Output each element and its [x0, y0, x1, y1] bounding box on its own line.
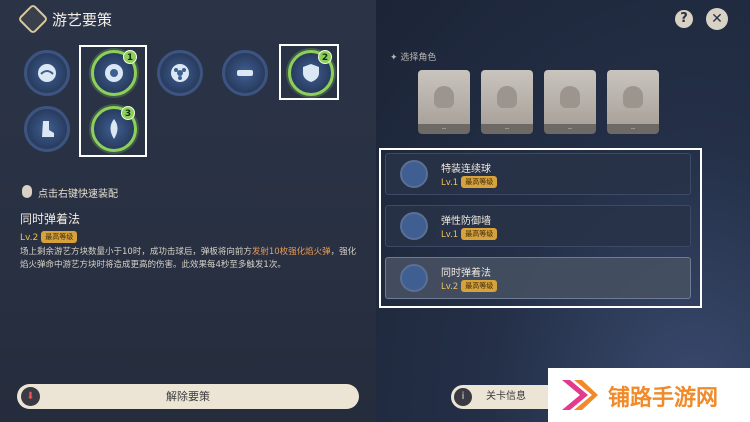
flower-icon — [171, 64, 189, 82]
max-level-badge: 最高等级 — [461, 228, 498, 240]
shield-icon — [400, 212, 428, 240]
character-silhouette-icon — [623, 86, 643, 108]
remove-strategy-label: 解除要策 — [166, 390, 210, 403]
remove-icon: ⬇ — [21, 387, 40, 406]
remove-strategy-button[interactable]: ⬇ 解除要策 — [17, 384, 359, 409]
stage-info-label: 关卡信息 — [486, 391, 526, 402]
equipped-strategy-item[interactable]: 特装连续球 Lv.1 最高等级 — [385, 153, 691, 195]
wave-icon — [38, 64, 56, 82]
equipped-strategy-item[interactable]: 弹性防御墙 Lv.1 最高等级 — [385, 205, 691, 247]
skill-level: Lv.2 最高等级 — [20, 231, 78, 243]
role-card-label: -- — [567, 125, 573, 132]
cube-icon — [17, 3, 49, 35]
feather-icon — [400, 264, 428, 292]
skill-level-text: Lv.2 — [20, 233, 39, 243]
boot-icon — [42, 121, 54, 137]
equipped-strategy-level: Lv.1 最高等级 — [441, 228, 498, 240]
watermark-logo-icon — [562, 380, 598, 410]
strategy-slot-wave[interactable] — [24, 50, 70, 96]
select-role-label: ✦ 选择角色 — [390, 53, 437, 63]
role-card-label: -- — [630, 125, 636, 132]
role-card-label: -- — [441, 125, 447, 132]
skill-name: 同时弹着法 — [20, 212, 81, 226]
character-silhouette-icon — [560, 86, 580, 108]
quick-equip-hint: 点击右键快速装配 — [38, 189, 118, 200]
info-icon: i — [454, 388, 472, 406]
equipped-strategy-level: Lv.2 最高等级 — [441, 280, 498, 292]
character-silhouette-icon — [434, 86, 454, 108]
equipped-strategy-level: Lv.1 最高等级 — [441, 176, 498, 188]
equipped-strategy-name: 特装连续球 — [441, 164, 491, 175]
strategy-panel: 游艺要策 1 2 3 点击右键快速装配 同时弹着法 Lv.2 最高等级 场上剩余游… — [0, 0, 376, 422]
role-card[interactable]: -- — [481, 70, 533, 134]
role-card-label: -- — [504, 125, 510, 132]
role-card[interactable]: -- — [607, 70, 659, 134]
selected-slot-frame — [279, 44, 339, 100]
stage-info-button[interactable]: i 关卡信息 — [451, 385, 561, 409]
equipped-strategy-item[interactable]: 同时弹着法 Lv.2 最高等级 — [385, 257, 691, 299]
select-role-text: 选择角色 — [400, 53, 437, 63]
equipped-strategy-name: 弹性防御墙 — [441, 216, 491, 227]
character-silhouette-icon — [497, 86, 517, 108]
strategy-slot-bar[interactable] — [222, 50, 268, 96]
close-icon[interactable]: ✕ — [706, 8, 728, 30]
equipped-strategy-name: 同时弹着法 — [441, 268, 491, 279]
ball-icon — [400, 160, 428, 188]
strategy-slot-flower[interactable] — [157, 50, 203, 96]
help-icon[interactable]: ? — [675, 10, 693, 28]
watermark: 铺路手游网 — [548, 368, 750, 422]
skill-description: 场上剩余游艺方块数量小于10时，成功击球后，弹板将向前方发射10枚强化焰火弹，强… — [20, 246, 360, 272]
watermark-text: 铺路手游网 — [608, 386, 719, 411]
equipped-strategy-level-text: Lv.1 — [441, 230, 459, 240]
equipped-strategy-level-text: Lv.1 — [441, 178, 459, 188]
page-title: 游艺要策 — [52, 11, 113, 29]
mouse-icon — [22, 185, 32, 198]
equipped-strategy-level-text: Lv.2 — [441, 282, 459, 292]
role-card[interactable]: -- — [418, 70, 470, 134]
selected-column-frame — [79, 45, 147, 157]
bar-icon — [237, 70, 253, 76]
max-level-badge: 最高等级 — [41, 231, 78, 243]
skill-desc-part: 场上剩余游艺方块数量小于10时，成功击球后，弹板将向前方 — [20, 247, 252, 257]
max-level-badge: 最高等级 — [461, 280, 498, 292]
role-card[interactable]: -- — [544, 70, 596, 134]
max-level-badge: 最高等级 — [461, 176, 498, 188]
skill-desc-highlight: 发射10枚强化焰火弹 — [251, 247, 331, 257]
strategy-slot-boot[interactable] — [24, 106, 70, 152]
